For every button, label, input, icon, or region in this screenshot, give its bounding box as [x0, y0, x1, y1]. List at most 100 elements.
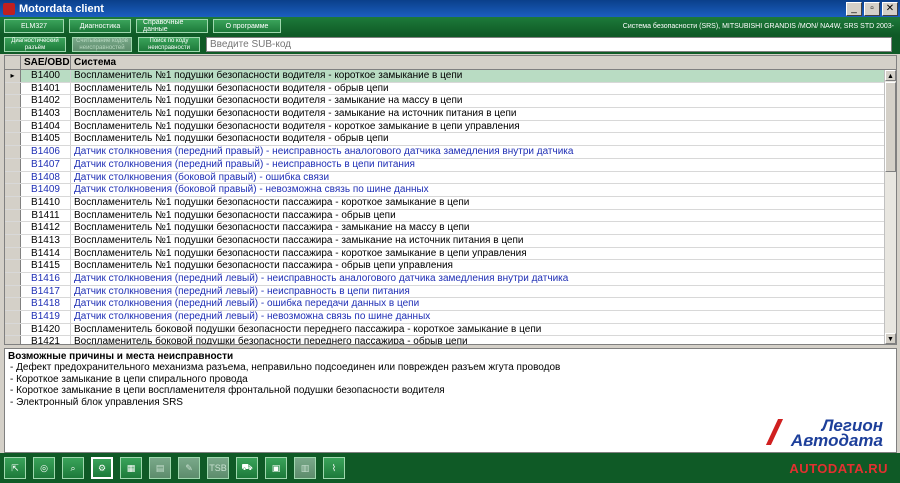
table-row[interactable]: B1415 Воспламенитель №1 подушки безопасно…	[5, 260, 885, 273]
causes-title: Возможные причины и места неисправности	[8, 351, 234, 362]
row-indicator	[5, 336, 21, 344]
data-icon[interactable]: ▤	[149, 457, 171, 479]
table-row[interactable]: B1404 Воспламенитель №1 подушки безопасно…	[5, 120, 885, 134]
tsb-icon[interactable]: TSB	[207, 457, 229, 479]
cause-item: - Короткое замыкание в цепи воспламените…	[10, 385, 445, 396]
row-indicator	[5, 82, 21, 95]
dtc-description: Воспламенитель №1 подушки безопасности п…	[74, 260, 453, 272]
dtc-code: B1408	[21, 171, 71, 184]
menu-elm327[interactable]: ELM327	[4, 19, 64, 33]
table-row[interactable]: B1411 Воспламенитель №1 подушки безопасно…	[5, 209, 885, 223]
table-row[interactable]: B1403 Воспламенитель №1 подушки безопасно…	[5, 108, 885, 121]
dtc-code: B1402	[21, 95, 71, 108]
row-indicator-header	[5, 56, 21, 69]
dtc-code: B1417	[21, 285, 71, 298]
dtc-table: SAE/OBD Система ▸ B1400 Воспламенитель №1 …	[4, 55, 897, 345]
row-indicator	[5, 133, 21, 146]
table-row[interactable]: B1413 Воспламенитель №1 подушки безопасно…	[5, 234, 885, 248]
disc-icon[interactable]: ◎	[33, 457, 55, 479]
dtc-description: Воспламенитель боковой подушки безопасно…	[74, 323, 542, 335]
dtc-description: Датчик столкновения (передний правый) - …	[74, 158, 415, 170]
dtc-code: B1412	[21, 222, 71, 234]
menu-diagnostics[interactable]: Диагностика	[69, 19, 131, 33]
table-row[interactable]: B1407 Датчик столкновения (передний правы…	[5, 158, 885, 172]
search-by-code-button[interactable]: Поиск по коду неисправности	[138, 37, 200, 52]
table-row[interactable]: B1418 Датчик столкновения (передний левый…	[5, 298, 885, 312]
window-title: Motordata client	[19, 2, 104, 15]
table-row[interactable]: B1419 Датчик столкновения (передний левый…	[5, 311, 885, 324]
scroll-up-icon[interactable]: ▲	[885, 70, 896, 81]
table-row[interactable]: B1401 Воспламенитель №1 подушки безопасно…	[5, 82, 885, 96]
vertical-scrollbar[interactable]: ▲ ▼	[884, 70, 896, 344]
tools-icon[interactable]: ✎	[178, 457, 200, 479]
graph-icon[interactable]: ⌇	[323, 457, 345, 479]
table-row[interactable]: B1409 Датчик столкновения (боковой правый…	[5, 184, 885, 197]
dtc-code: B1419	[21, 311, 71, 323]
dtc-description: Воспламенитель №1 подушки безопасности в…	[74, 133, 389, 145]
sub-code-input[interactable]	[206, 37, 892, 52]
table-row[interactable]: B1410 Воспламенитель №1 подушки безопасно…	[5, 196, 885, 210]
header-code: SAE/OBD	[21, 56, 71, 69]
minimize-button[interactable]: _	[846, 1, 862, 16]
exit-icon[interactable]: ⇱	[4, 457, 26, 479]
row-indicator	[5, 298, 21, 311]
dtc-code: B1401	[21, 82, 71, 95]
row-indicator	[5, 247, 21, 260]
close-button[interactable]: ✕	[882, 1, 898, 16]
row-indicator	[5, 285, 21, 298]
dtc-description: Воспламенитель №1 подушки безопасности в…	[74, 108, 517, 120]
table-row[interactable]: B1402 Воспламенитель №1 подушки безопасно…	[5, 95, 885, 109]
table-row[interactable]: B1417 Датчик столкновения (передний левый…	[5, 285, 885, 299]
table-row[interactable]: B1405 Воспламенитель №1 подушки безопасно…	[5, 133, 885, 147]
row-indicator	[5, 196, 21, 209]
dtc-code: B1418	[21, 298, 71, 311]
dtc-code: B1409	[21, 184, 71, 196]
dtc-description: Воспламенитель №1 подушки безопасности в…	[74, 70, 463, 81]
row-indicator	[5, 146, 21, 158]
dtc-code: B1415	[21, 260, 71, 272]
row-indicator	[5, 120, 21, 133]
row-indicator	[5, 158, 21, 171]
dtc-code: B1403	[21, 108, 71, 120]
diagnostic-connector-button[interactable]: Диагностический разъём	[4, 37, 66, 52]
dtc-description: Датчик столкновения (передний левый) - н…	[74, 311, 431, 323]
dtc-description: Воспламенитель №1 подушки безопасности п…	[74, 222, 470, 234]
read-codes-button[interactable]: Считывание кодов неисправностей	[72, 37, 132, 52]
table-row[interactable]: B1420 Воспламенитель боковой подушки безо…	[5, 323, 885, 337]
row-indicator	[5, 311, 21, 323]
legion-autodata-logo: Легион Автодата	[765, 416, 895, 458]
dtc-code: B1406	[21, 146, 71, 158]
search-disc-icon[interactable]: ⌕	[62, 457, 84, 479]
dtc-code: B1410	[21, 196, 71, 209]
dtc-description: Воспламенитель боковой подушки безопасно…	[74, 336, 468, 345]
toolbar: Диагностический разъём Считывание кодов …	[0, 35, 900, 54]
table-row[interactable]: ▸ B1400 Воспламенитель №1 подушки безопасн…	[5, 70, 885, 83]
table-row[interactable]: B1412 Воспламенитель №1 подушки безопасно…	[5, 222, 885, 235]
chart-icon[interactable]: ▦	[120, 457, 142, 479]
table-row[interactable]: B1414 Воспламенитель №1 подушки безопасно…	[5, 247, 885, 261]
maximize-button[interactable]: ▫	[864, 1, 880, 16]
module-icon[interactable]: ▥	[294, 457, 316, 479]
vehicle-icon[interactable]: ⛟	[236, 457, 258, 479]
menu-about[interactable]: О программе	[213, 19, 281, 33]
scroll-thumb[interactable]	[885, 82, 896, 172]
app-icon	[3, 2, 15, 15]
table-row[interactable]: B1421 Воспламенитель боковой подушки безо…	[5, 336, 885, 345]
calculator-icon[interactable]: ▣	[265, 457, 287, 479]
current-row-arrow-icon: ▸	[5, 70, 21, 82]
dtc-description: Воспламенитель №1 подушки безопасности п…	[74, 209, 396, 221]
row-indicator	[5, 260, 21, 272]
table-row[interactable]: B1416 Датчик столкновения (передний левый…	[5, 273, 885, 286]
row-indicator	[5, 171, 21, 184]
dtc-description: Воспламенитель №1 подушки безопасности в…	[74, 82, 389, 94]
dtc-code: B1416	[21, 273, 71, 285]
wiring-icon[interactable]: ⚙	[91, 457, 113, 479]
site-link[interactable]: AUTODATA.RU	[789, 461, 888, 476]
table-rows: ▸ B1400 Воспламенитель №1 подушки безопасн…	[5, 70, 885, 345]
table-row[interactable]: B1406 Датчик столкновения (передний правы…	[5, 146, 885, 159]
table-row[interactable]: B1408 Датчик столкновения (боковой правый…	[5, 171, 885, 185]
scroll-down-icon[interactable]: ▼	[885, 333, 896, 344]
dtc-code: B1400	[21, 70, 71, 82]
dtc-description: Датчик столкновения (боковой правый) - о…	[74, 171, 330, 183]
menu-reference-data[interactable]: Справочные данные	[136, 19, 208, 33]
